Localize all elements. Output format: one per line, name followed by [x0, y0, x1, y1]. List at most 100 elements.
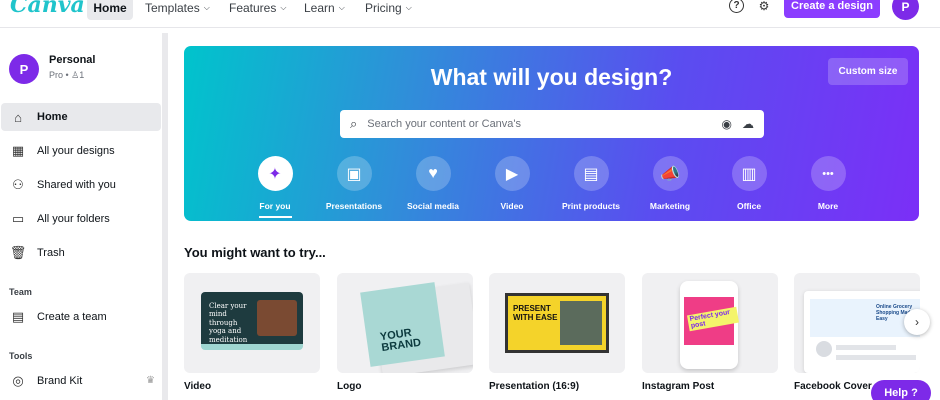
- nav-pricing-label: Pricing: [365, 1, 402, 15]
- team-section-label: Team: [9, 287, 32, 297]
- category-label: Video: [500, 201, 524, 211]
- sidebar-item-brand-kit[interactable]: ◎ Brand Kit: [1, 367, 161, 395]
- printer-icon: ▤: [573, 156, 609, 191]
- sidebar-item-label: All your folders: [37, 213, 110, 225]
- hero-banner: What will you design? Custom size ⌕ ◉ ☁ …: [184, 46, 919, 221]
- design-card-label[interactable]: Instagram Post: [642, 381, 714, 392]
- design-card-label[interactable]: Video: [184, 381, 211, 392]
- thumbnail-line: [836, 345, 896, 350]
- sidebar-item-folders[interactable]: ▭ All your folders: [1, 205, 161, 233]
- custom-size-button[interactable]: Custom size: [828, 58, 908, 85]
- heart-bubble-icon: ♥: [415, 156, 451, 191]
- nav-features-label: Features: [229, 1, 277, 15]
- sidebar-item-label: All your designs: [37, 145, 115, 157]
- sidebar-item-label: Brand Kit: [37, 375, 83, 387]
- category-label: For you: [259, 201, 291, 211]
- category-presentations[interactable]: ▣ Presentations: [309, 156, 399, 211]
- suggestions-heading: You might want to try...: [184, 245, 326, 260]
- nav-home[interactable]: Home: [87, 0, 133, 20]
- help-icon[interactable]: ?: [729, 0, 744, 13]
- thumbnail-text: PRESENT WITH EASE: [513, 304, 558, 323]
- sidebar-item-label: Home: [37, 111, 68, 123]
- chevron-down-icon: ⌵: [203, 3, 210, 12]
- video-thumbnail: Clear your mind through yoga and meditat…: [201, 292, 303, 350]
- design-card-label[interactable]: Presentation (16:9): [489, 381, 579, 392]
- category-label: Office: [736, 201, 762, 211]
- search-input[interactable]: [367, 118, 712, 130]
- folder-icon: ▭: [11, 211, 25, 226]
- profile-plan: Pro • ♙1: [49, 70, 85, 80]
- presentation-thumbnail: PRESENT WITH EASE: [505, 293, 609, 353]
- megaphone-icon: 📣: [652, 156, 688, 191]
- category-marketing[interactable]: 📣 Marketing: [625, 156, 715, 211]
- category-video[interactable]: ▶ Video: [467, 156, 557, 211]
- category-print-products[interactable]: ▤ Print products: [546, 156, 636, 211]
- nav-learn-label: Learn: [304, 1, 335, 15]
- design-card-label[interactable]: Facebook Cover: [794, 381, 872, 392]
- category-for-you[interactable]: ✦ For you: [230, 156, 320, 218]
- thumbnail-photo: [560, 301, 602, 345]
- design-card-facebook-cover[interactable]: Online Grocery Shopping Made Easy: [794, 273, 920, 373]
- nav-features[interactable]: Features ⌵: [229, 0, 286, 20]
- search-bar[interactable]: ⌕ ◉ ☁: [340, 110, 764, 138]
- design-card-video[interactable]: Clear your mind through yoga and meditat…: [184, 273, 320, 373]
- design-card-logo[interactable]: YOUR BRAND: [337, 273, 473, 373]
- brand-kit-icon: ◎: [12, 373, 24, 388]
- account-avatar[interactable]: P: [892, 0, 919, 20]
- design-card-instagram-post[interactable]: Perfect your post: [642, 273, 778, 373]
- people-icon: ⚇: [12, 177, 24, 192]
- sidebar-item-home[interactable]: ⌂ Home: [1, 103, 161, 131]
- category-label: Marketing: [649, 201, 691, 211]
- profile-switcher[interactable]: P Personal Pro • ♙1: [9, 54, 95, 84]
- trash-icon: 🗑: [9, 245, 27, 260]
- nav-pricing[interactable]: Pricing ⌵: [365, 0, 412, 20]
- video-camera-icon: ▶: [494, 156, 530, 191]
- thumbnail-text: YOUR BRAND: [379, 326, 422, 355]
- carousel-next-button[interactable]: ›: [904, 309, 930, 335]
- chevron-down-icon: ⌵: [280, 3, 287, 12]
- category-label: Presentations: [325, 201, 383, 211]
- gear-icon[interactable]: ⚙: [755, 0, 773, 15]
- sidebar-scrollbar[interactable]: [162, 33, 168, 400]
- logo-thumbnail: YOUR BRAND: [360, 282, 445, 367]
- sidebar-item-label: Create a team: [37, 311, 107, 323]
- nav-templates[interactable]: Templates ⌵: [145, 0, 210, 20]
- search-icon: ⌕: [350, 116, 358, 131]
- home-icon: ⌂: [14, 109, 22, 125]
- thumbnail-text: Clear your mind through yoga and meditat…: [209, 302, 248, 344]
- nav-learn[interactable]: Learn ⌵: [304, 0, 345, 20]
- category-label: Print products: [561, 201, 621, 211]
- sidebar-item-all-designs[interactable]: ▦ All your designs: [1, 137, 161, 165]
- sidebar-item-shared[interactable]: ⚇ Shared with you: [1, 171, 161, 199]
- grid-icon: ▦: [11, 143, 25, 158]
- sidebar-item-label: Trash: [37, 247, 65, 259]
- more-icon: •••: [810, 156, 846, 191]
- design-card-label[interactable]: Logo: [337, 381, 361, 392]
- thumbnail-line: [836, 355, 916, 360]
- tools-section-label: Tools: [9, 351, 33, 361]
- create-design-button[interactable]: Create a design: [784, 0, 880, 18]
- active-category-indicator: [258, 216, 292, 218]
- category-more[interactable]: ••• More: [783, 156, 873, 211]
- phone-thumbnail: Perfect your post: [680, 281, 740, 369]
- presentation-icon: ▣: [336, 156, 372, 191]
- sparkle-icon: ✦: [257, 156, 293, 191]
- design-card-presentation[interactable]: PRESENT WITH EASE: [489, 273, 625, 373]
- canva-logo[interactable]: Canva: [10, 0, 85, 18]
- facebook-cover-thumbnail: Online Grocery Shopping Made Easy: [804, 291, 920, 373]
- category-label: Social media: [407, 201, 459, 211]
- sidebar-item-trash[interactable]: 🗑 Trash: [1, 239, 161, 267]
- help-button[interactable]: Help ?: [871, 380, 931, 400]
- nav-home-label: Home: [93, 1, 127, 15]
- profile-name: Personal: [49, 54, 96, 66]
- crown-icon: ♛: [146, 375, 155, 386]
- category-office[interactable]: ▥ Office: [704, 156, 794, 211]
- profile-avatar: P: [9, 54, 39, 84]
- sidebar-item-create-team[interactable]: ▤ Create a team: [1, 303, 161, 331]
- briefcase-icon: ▥: [731, 156, 767, 191]
- upload-cloud-icon[interactable]: ☁: [742, 117, 754, 131]
- chevron-down-icon: ⌵: [338, 3, 345, 12]
- chevron-down-icon: ⌵: [405, 3, 412, 12]
- category-social-media[interactable]: ♥ Social media: [388, 156, 478, 211]
- camera-icon[interactable]: ◉: [722, 117, 732, 131]
